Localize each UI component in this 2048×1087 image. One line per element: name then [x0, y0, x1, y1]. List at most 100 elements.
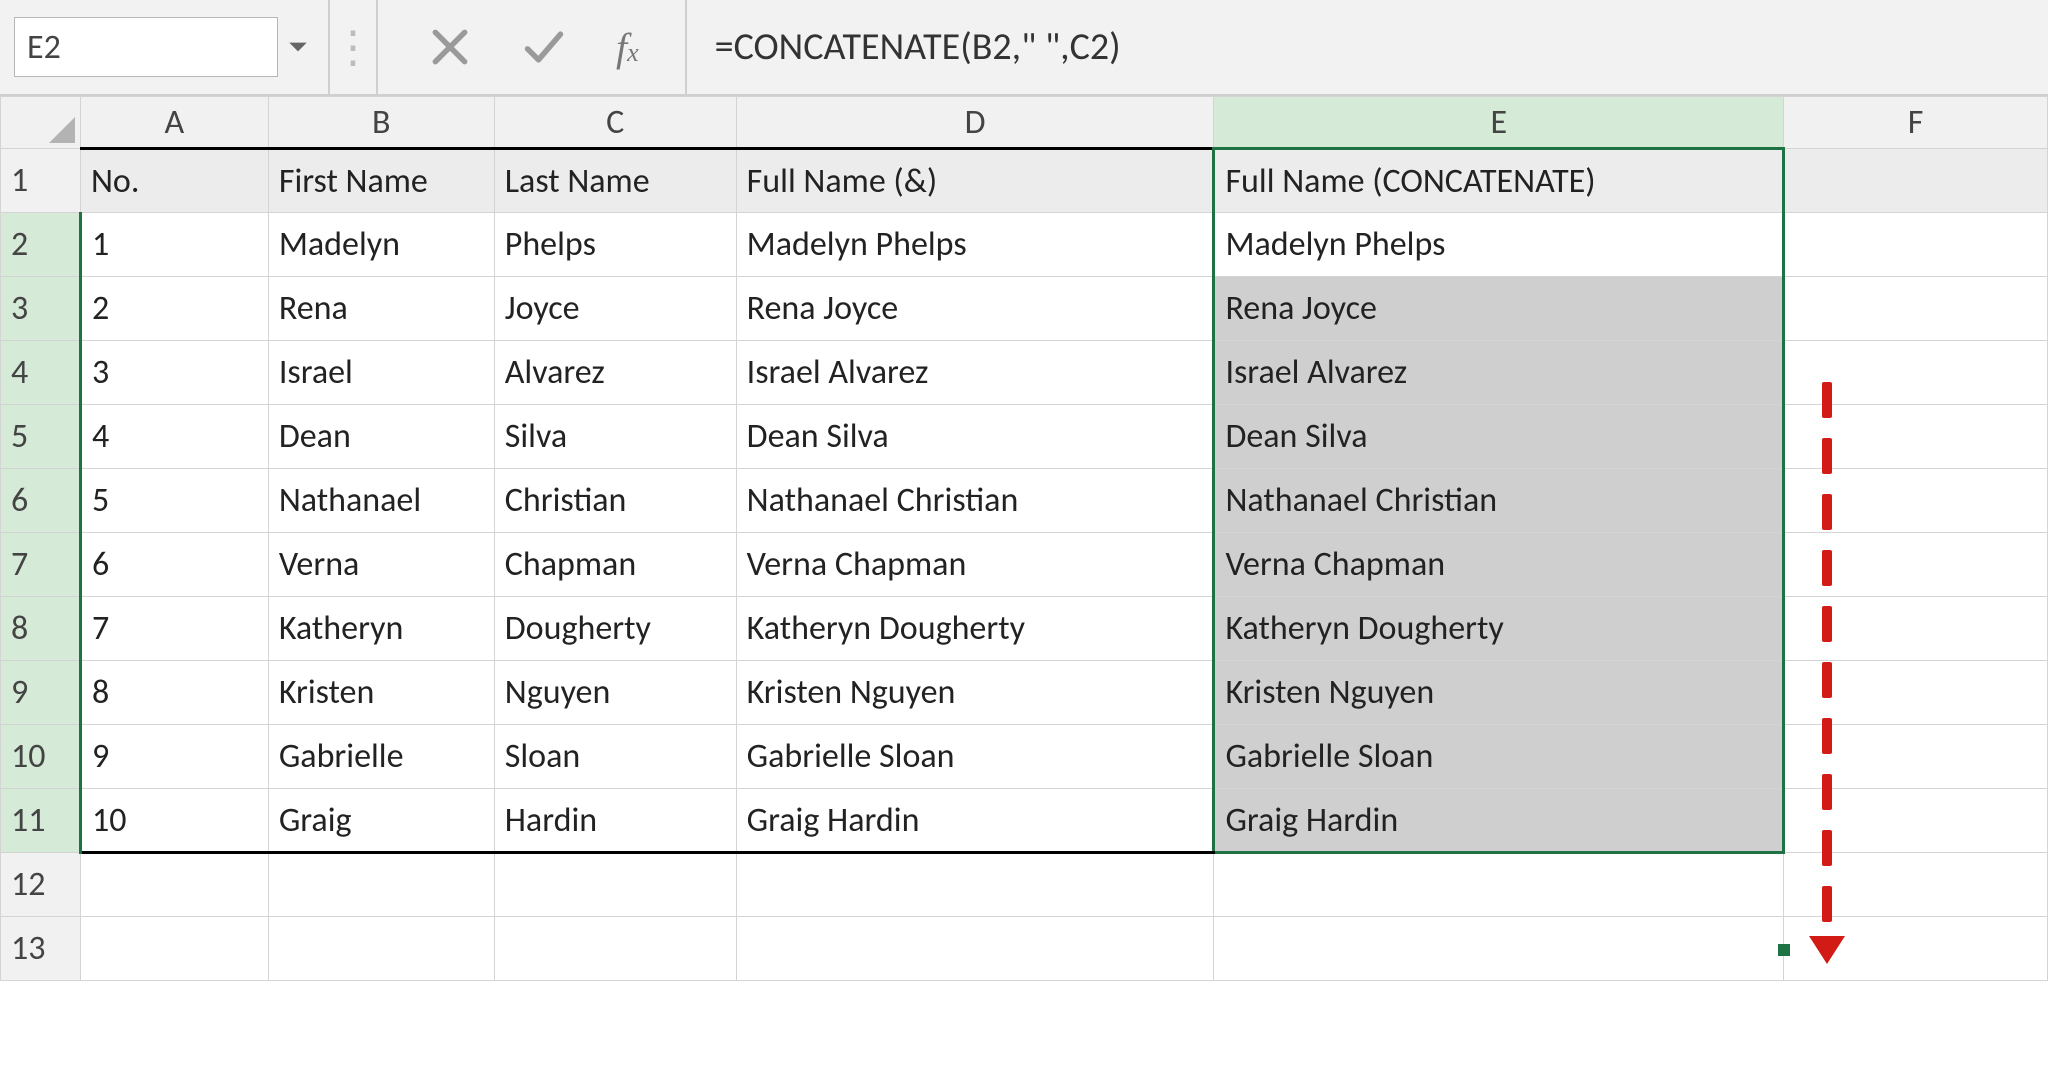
cell-F7[interactable]	[1784, 533, 2048, 597]
cell-A10[interactable]: 9	[80, 725, 268, 789]
cell-D12[interactable]	[736, 853, 1214, 917]
cell-D1[interactable]: Full Name (&)	[736, 149, 1214, 213]
cell-C5[interactable]: Silva	[494, 405, 736, 469]
cell-E7[interactable]: Verna Chapman	[1214, 533, 1784, 597]
cell-A5[interactable]: 4	[80, 405, 268, 469]
row-heading-12[interactable]: 12	[1, 853, 81, 917]
cell-E8[interactable]: Katheryn Dougherty	[1214, 597, 1784, 661]
cell-E6[interactable]: Nathanael Christian	[1214, 469, 1784, 533]
row-heading-3[interactable]: 3	[1, 277, 81, 341]
row-heading-4[interactable]: 4	[1, 341, 81, 405]
cell-D9[interactable]: Kristen Nguyen	[736, 661, 1214, 725]
cell-A7[interactable]: 6	[80, 533, 268, 597]
cell-D4[interactable]: Israel Alvarez	[736, 341, 1214, 405]
cell-A1[interactable]: No.	[80, 149, 268, 213]
row-heading-9[interactable]: 9	[1, 661, 81, 725]
cell-B7[interactable]: Verna	[268, 533, 494, 597]
name-box[interactable]: E2	[14, 17, 278, 77]
enter-icon[interactable]	[522, 25, 566, 69]
cell-B3[interactable]: Rena	[268, 277, 494, 341]
cell-A9[interactable]: 8	[80, 661, 268, 725]
cell-C4[interactable]: Alvarez	[494, 341, 736, 405]
cell-B9[interactable]: Kristen	[268, 661, 494, 725]
row-heading-1[interactable]: 1	[1, 149, 81, 213]
worksheet-grid[interactable]: A B C D E F 1 No. First Name Last Name F…	[0, 96, 2048, 981]
row-heading-10[interactable]: 10	[1, 725, 81, 789]
select-all-corner[interactable]	[1, 97, 81, 149]
cell-D6[interactable]: Nathanael Christian	[736, 469, 1214, 533]
cell-C7[interactable]: Chapman	[494, 533, 736, 597]
row-heading-13[interactable]: 13	[1, 917, 81, 981]
cell-E4[interactable]: Israel Alvarez	[1214, 341, 1784, 405]
cell-C8[interactable]: Dougherty	[494, 597, 736, 661]
cell-C10[interactable]: Sloan	[494, 725, 736, 789]
cell-F12[interactable]	[1784, 853, 2048, 917]
cell-B6[interactable]: Nathanael	[268, 469, 494, 533]
cell-A2[interactable]: 1	[80, 213, 268, 277]
cell-B13[interactable]	[268, 917, 494, 981]
insert-function-icon[interactable]: fx	[616, 24, 645, 71]
row-heading-6[interactable]: 6	[1, 469, 81, 533]
col-heading-D[interactable]: D	[736, 97, 1214, 149]
cancel-icon[interactable]	[428, 25, 472, 69]
cell-D7[interactable]: Verna Chapman	[736, 533, 1214, 597]
cell-C3[interactable]: Joyce	[494, 277, 736, 341]
col-heading-F[interactable]: F	[1784, 97, 2048, 149]
cell-E10[interactable]: Gabrielle Sloan	[1214, 725, 1784, 789]
cell-B5[interactable]: Dean	[268, 405, 494, 469]
cell-C1[interactable]: Last Name	[494, 149, 736, 213]
cell-B10[interactable]: Gabrielle	[268, 725, 494, 789]
cell-F11[interactable]	[1784, 789, 2048, 853]
cell-D8[interactable]: Katheryn Dougherty	[736, 597, 1214, 661]
row-heading-7[interactable]: 7	[1, 533, 81, 597]
cell-E9[interactable]: Kristen Nguyen	[1214, 661, 1784, 725]
cell-A4[interactable]: 3	[80, 341, 268, 405]
col-heading-C[interactable]: C	[494, 97, 736, 149]
cell-B1[interactable]: First Name	[268, 149, 494, 213]
row-heading-5[interactable]: 5	[1, 405, 81, 469]
cell-D5[interactable]: Dean Silva	[736, 405, 1214, 469]
name-box-dropdown-icon[interactable]	[278, 27, 318, 68]
cell-A6[interactable]: 5	[80, 469, 268, 533]
cell-C11[interactable]: Hardin	[494, 789, 736, 853]
col-heading-A[interactable]: A	[80, 97, 268, 149]
cell-C13[interactable]	[494, 917, 736, 981]
cell-E13[interactable]	[1214, 917, 1784, 981]
cell-B4[interactable]: Israel	[268, 341, 494, 405]
cell-A8[interactable]: 7	[80, 597, 268, 661]
cell-F5[interactable]	[1784, 405, 2048, 469]
row-heading-11[interactable]: 11	[1, 789, 81, 853]
cell-C6[interactable]: Christian	[494, 469, 736, 533]
cell-A3[interactable]: 2	[80, 277, 268, 341]
cell-C12[interactable]	[494, 853, 736, 917]
cell-E5[interactable]: Dean Silva	[1214, 405, 1784, 469]
cell-E11[interactable]: Graig Hardin	[1214, 789, 1784, 853]
cell-C2[interactable]: Phelps	[494, 213, 736, 277]
col-heading-E[interactable]: E	[1214, 97, 1784, 149]
cell-F3[interactable]	[1784, 277, 2048, 341]
cell-B2[interactable]: Madelyn	[268, 213, 494, 277]
cell-D13[interactable]	[736, 917, 1214, 981]
cell-A12[interactable]	[80, 853, 268, 917]
col-heading-B[interactable]: B	[268, 97, 494, 149]
row-heading-2[interactable]: 2	[1, 213, 81, 277]
cell-D3[interactable]: Rena Joyce	[736, 277, 1214, 341]
cell-B11[interactable]: Graig	[268, 789, 494, 853]
cell-B12[interactable]	[268, 853, 494, 917]
cell-F13[interactable]	[1784, 917, 2048, 981]
cell-F2[interactable]	[1784, 213, 2048, 277]
cell-E3[interactable]: Rena Joyce	[1214, 277, 1784, 341]
cell-F4[interactable]	[1784, 341, 2048, 405]
cell-D2[interactable]: Madelyn Phelps	[736, 213, 1214, 277]
cell-E2[interactable]: Madelyn Phelps	[1214, 213, 1784, 277]
cell-F6[interactable]	[1784, 469, 2048, 533]
cell-A13[interactable]	[80, 917, 268, 981]
formula-input[interactable]: =CONCATENATE(B2," ",C2)	[687, 0, 2048, 94]
cell-F8[interactable]	[1784, 597, 2048, 661]
cell-B8[interactable]: Katheryn	[268, 597, 494, 661]
cell-D11[interactable]: Graig Hardin	[736, 789, 1214, 853]
cell-D10[interactable]: Gabrielle Sloan	[736, 725, 1214, 789]
cell-A11[interactable]: 10	[80, 789, 268, 853]
cell-C9[interactable]: Nguyen	[494, 661, 736, 725]
row-heading-8[interactable]: 8	[1, 597, 81, 661]
